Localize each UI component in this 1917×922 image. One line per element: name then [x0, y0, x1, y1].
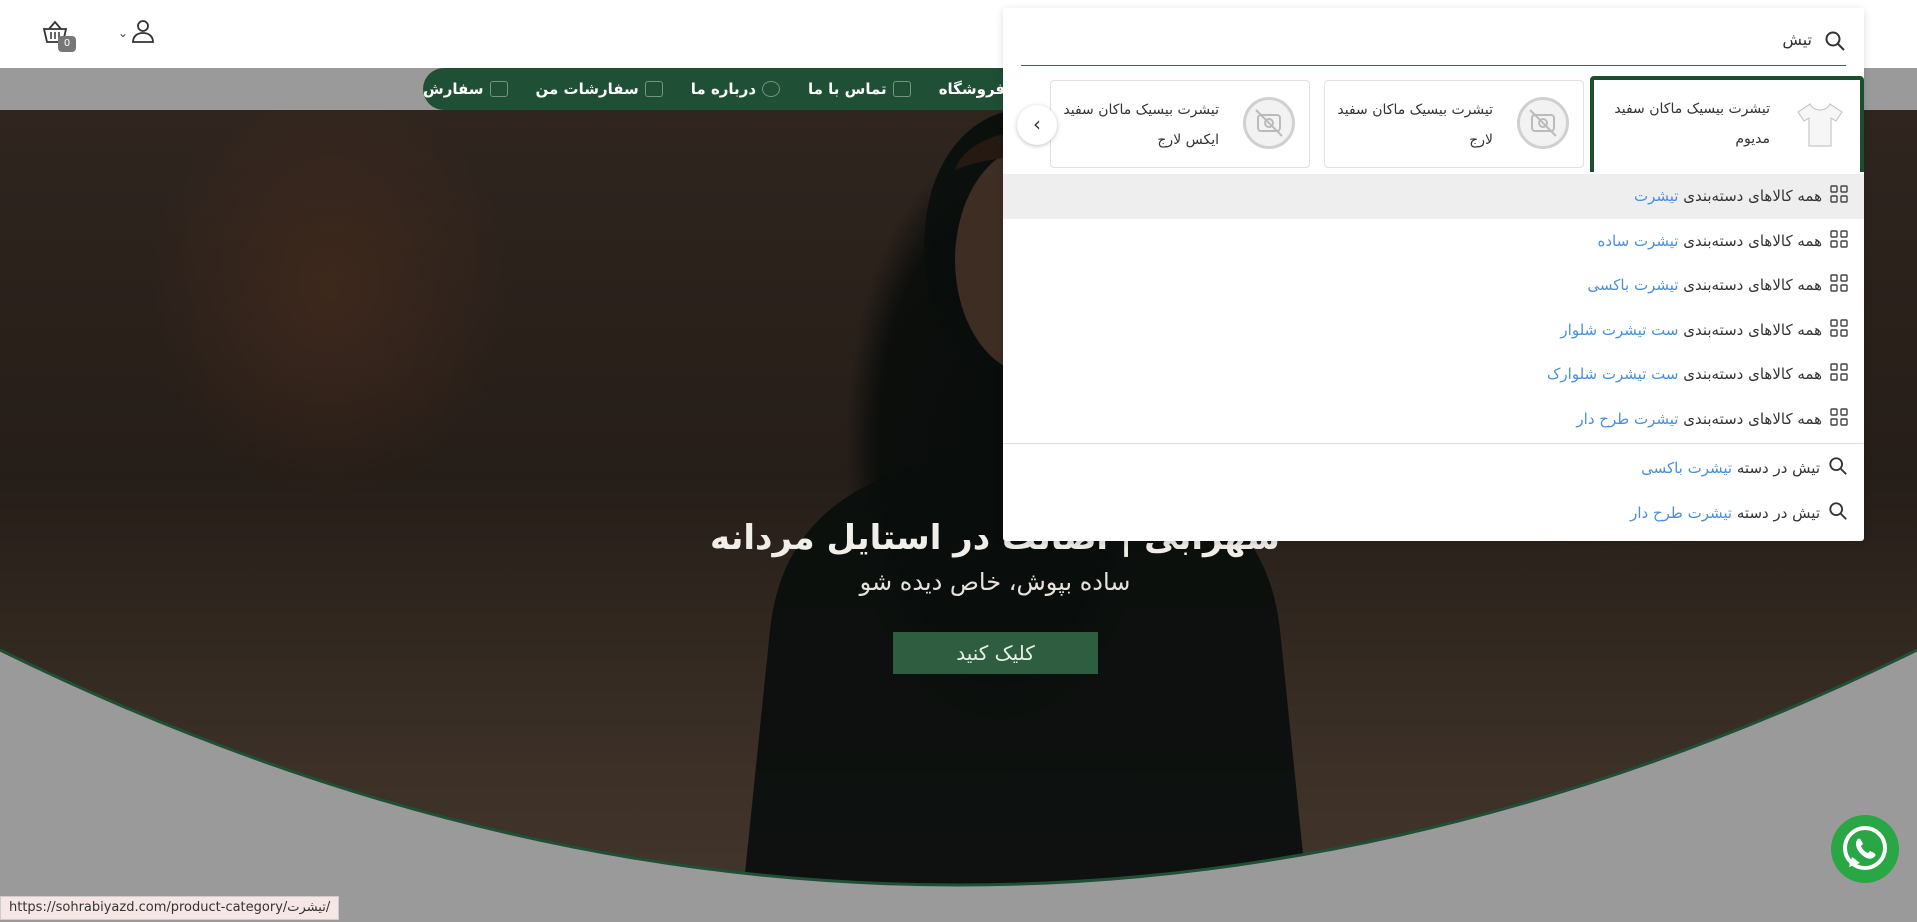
suggestion-text: تیش در دسته تیشرت طرح دار	[1630, 504, 1820, 522]
product-name: تیشرت بیسیک ماکان سفید لارج	[1337, 102, 1493, 148]
suggestion-term: تیشرت	[1633, 187, 1679, 206]
no-image-icon	[1243, 97, 1295, 149]
nav-item-order[interactable]: سفارش	[423, 80, 508, 98]
category-suggestion[interactable]: همه کالاهای دسته‌بندی تیشرت طرح دار	[1003, 397, 1864, 442]
suggestion-term: تیشرت ساده	[1597, 231, 1679, 250]
whatsapp-button[interactable]	[1831, 815, 1899, 883]
suggestion-term: تیشرت طرح دار	[1576, 409, 1679, 428]
main-nav: فروشگاه تماس با ما درباره ما سفارشات من …	[423, 68, 1013, 110]
cart-count-badge: 0	[58, 36, 76, 52]
search-icon	[1828, 501, 1848, 525]
nav-item-contact[interactable]: تماس با ما	[808, 80, 911, 98]
truck-icon	[644, 81, 663, 97]
nav-item-label: درباره ما	[690, 80, 757, 98]
search-icon[interactable]	[1824, 30, 1846, 52]
cart-button[interactable]: 0	[40, 18, 78, 56]
search-input[interactable]	[1052, 30, 1812, 49]
search-bar	[1021, 22, 1846, 66]
suggestion-prefix: تیش در دسته	[1736, 459, 1820, 478]
suggestion-text: همه کالاهای دسته‌بندی تیشرت ساده	[1598, 232, 1823, 250]
suggestion-prefix: همه کالاهای دسته‌بندی	[1683, 187, 1822, 206]
suggestion-prefix: همه کالاهای دسته‌بندی	[1683, 320, 1822, 339]
suggestion-text: همه کالاهای دسته‌بندی ست تیشرت شلوار	[1560, 321, 1822, 339]
suggestion-prefix: همه کالاهای دسته‌بندی	[1683, 365, 1822, 384]
status-bar-url: https://sohrabiyazd.com/product-category…	[0, 896, 340, 920]
product-suggestion-carousel: تیشرت بیسیک ماکان سفید مدیوم تیشرت بیسیک…	[1003, 68, 1864, 172]
grid-icon	[1830, 363, 1848, 385]
product-name: تیشرت بیسیک ماکان سفید ایکس لارج	[1063, 102, 1219, 148]
suggestion-term: ست تیشرت شلوارک	[1547, 365, 1679, 384]
product-card[interactable]: تیشرت بیسیک ماکان سفید لارج	[1324, 80, 1584, 168]
grid-icon	[1830, 274, 1848, 296]
nav-item-label: تماس با ما	[808, 80, 887, 98]
in-category-suggestion[interactable]: تیش در دسته تیشرت باکسی	[1003, 446, 1864, 491]
in-category-suggestion[interactable]: تیش در دسته تیشرت طرح دار	[1003, 491, 1864, 536]
suggestion-term: ست تیشرت شلوار	[1560, 320, 1679, 339]
account-menu[interactable]: ⌄	[118, 18, 156, 48]
category-suggestion[interactable]: همه کالاهای دسته‌بندی ست تیشرت شلوار	[1003, 308, 1864, 353]
whatsapp-icon	[1831, 826, 1899, 887]
no-image-icon	[1517, 97, 1569, 149]
order-icon	[489, 81, 508, 97]
suggestion-text: همه کالاهای دسته‌بندی تیشرت طرح دار	[1576, 410, 1822, 428]
nav-item-shop[interactable]: فروشگاه	[939, 80, 1013, 98]
suggestion-text: همه کالاهای دسته‌بندی تیشرت باکسی	[1587, 276, 1822, 294]
tshirt-thumbnail	[1794, 98, 1846, 150]
category-suggestion[interactable]: همه کالاهای دسته‌بندی ست تیشرت شلوارک	[1003, 352, 1864, 397]
nav-item-label: سفارشات من	[535, 80, 639, 98]
carousel-next-button[interactable]: ‹	[1017, 105, 1057, 145]
search-dropdown: تیشرت بیسیک ماکان سفید مدیوم تیشرت بیسیک…	[1003, 8, 1864, 541]
grid-icon	[1830, 230, 1848, 252]
info-icon	[762, 81, 781, 97]
product-card[interactable]: تیشرت بیسیک ماکان سفید ایکس لارج	[1050, 80, 1310, 168]
suggestion-text: همه کالاهای دسته‌بندی تیشرت	[1634, 187, 1822, 205]
category-suggestion[interactable]: همه کالاهای دسته‌بندی تیشرت	[1003, 174, 1864, 219]
suggestion-prefix: همه کالاهای دسته‌بندی	[1683, 276, 1822, 295]
suggestion-prefix: تیش در دسته	[1736, 503, 1820, 522]
suggestion-text: همه کالاهای دسته‌بندی ست تیشرت شلوارک	[1547, 365, 1822, 383]
product-card[interactable]: تیشرت بیسیک ماکان سفید مدیوم	[1590, 76, 1864, 172]
chevron-down-icon: ⌄	[118, 26, 129, 40]
search-icon	[1828, 456, 1848, 480]
suggestion-prefix: همه کالاهای دسته‌بندی	[1683, 409, 1822, 428]
grid-icon	[1830, 408, 1848, 430]
search-suggestion-list: همه کالاهای دسته‌بندی تیشرت همه کالاهای …	[1003, 174, 1864, 535]
suggestion-prefix: همه کالاهای دسته‌بندی	[1683, 231, 1822, 250]
divider	[1003, 443, 1864, 444]
nav-item-label: سفارش	[423, 80, 484, 98]
category-suggestion[interactable]: همه کالاهای دسته‌بندی تیشرت باکسی	[1003, 263, 1864, 308]
suggestion-term: تیشرت باکسی	[1641, 459, 1733, 478]
chevron-left-icon: ‹	[1033, 112, 1041, 136]
phone-icon	[892, 81, 911, 97]
nav-item-label: فروشگاه	[938, 80, 1006, 98]
nav-item-about[interactable]: درباره ما	[690, 80, 781, 98]
grid-icon	[1830, 185, 1848, 207]
nav-item-my-orders[interactable]: سفارشات من	[536, 80, 663, 98]
suggestion-term: تیشرت باکسی	[1587, 276, 1679, 295]
suggestion-term: تیشرت طرح دار	[1630, 503, 1733, 522]
user-icon	[130, 18, 156, 48]
suggestion-text: تیش در دسته تیشرت باکسی	[1641, 459, 1820, 477]
category-suggestion[interactable]: همه کالاهای دسته‌بندی تیشرت ساده	[1003, 219, 1864, 264]
product-name: تیشرت بیسیک ماکان سفید مدیوم	[1614, 101, 1770, 147]
grid-icon	[1830, 319, 1848, 341]
